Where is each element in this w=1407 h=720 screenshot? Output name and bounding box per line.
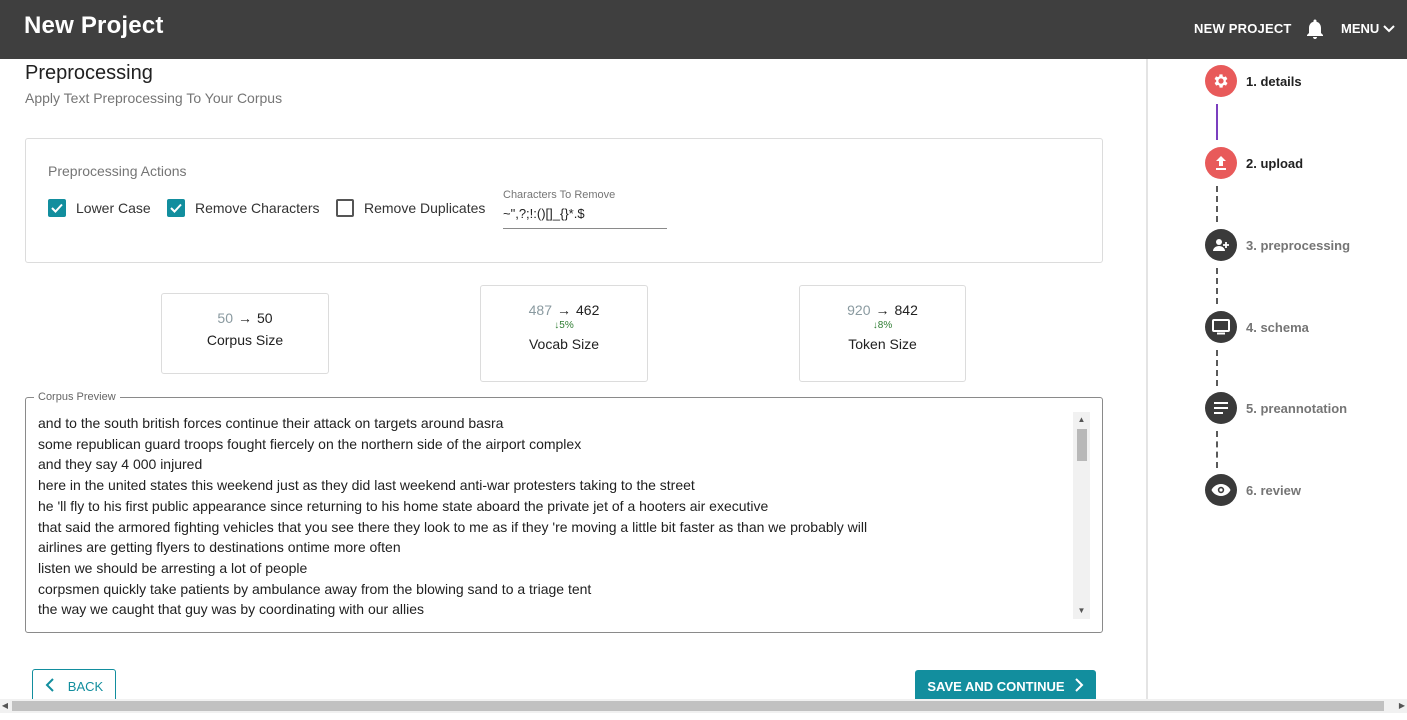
token-size-before: 920	[847, 302, 871, 318]
remove-duplicates-checkbox[interactable]: Remove Duplicates	[336, 199, 485, 217]
step-label: 6. review	[1246, 482, 1301, 498]
vocab-size-values: 487 → 462	[481, 302, 647, 318]
token-size-values: 920 → 842	[800, 302, 965, 318]
characters-to-remove-label: Characters To Remove	[503, 189, 616, 201]
preprocessing-actions-card: Preprocessing Actions Lower Case Remove …	[25, 138, 1103, 263]
step-label: 5. preannotation	[1246, 400, 1348, 416]
lower-case-label: Lower Case	[76, 200, 151, 216]
scroll-left-icon[interactable]: ◀	[0, 699, 10, 713]
step-upload[interactable]: 2. upload	[1205, 147, 1303, 179]
panel-divider	[1146, 59, 1148, 699]
step-schema[interactable]: 4. schema	[1205, 311, 1309, 343]
step-connector	[1216, 104, 1218, 140]
menu-dropdown[interactable]: MENU	[1341, 21, 1395, 36]
menu-label: MENU	[1341, 21, 1380, 36]
new-project-button[interactable]: NEW PROJECT	[1194, 21, 1292, 36]
group-add-icon	[1205, 229, 1237, 261]
notes-icon	[1205, 392, 1237, 424]
save-label: SAVE AND CONTINUE	[927, 678, 1065, 694]
step-preannotation[interactable]: 5. preannotation	[1205, 392, 1347, 424]
corpus-preview-text[interactable]: and to the south british forces continue…	[38, 413, 1068, 623]
corpus-line: he 'll fly to his first public appearanc…	[38, 497, 769, 514]
step-label: 4. schema	[1246, 319, 1309, 335]
back-button[interactable]: BACK	[32, 669, 116, 703]
step-label: 2. upload	[1246, 155, 1304, 171]
vocab-size-before: 487	[528, 302, 552, 318]
step-label: 3. preprocessing	[1246, 237, 1351, 253]
page-subtitle: Apply Text Preprocessing To Your Corpus	[25, 90, 283, 106]
vocab-size-delta: ↓5%	[554, 320, 574, 331]
scroll-down-icon[interactable]: ▼	[1073, 603, 1090, 619]
arrow-right-icon: →	[557, 302, 571, 318]
step-preprocessing[interactable]: 3. preprocessing	[1205, 229, 1350, 261]
app-bar: New Project NEW PROJECT MENU	[0, 0, 1407, 59]
checkbox-checked-icon	[167, 199, 185, 217]
checkbox-unchecked-icon	[336, 199, 354, 217]
upload-icon	[1205, 147, 1237, 179]
step-label: 1. details	[1246, 73, 1302, 89]
remove-characters-label: Remove Characters	[195, 200, 320, 216]
checkbox-checked-icon	[48, 199, 66, 217]
scroll-right-icon[interactable]: ▶	[1397, 699, 1407, 713]
characters-to-remove-input[interactable]: ~",?;!:()[]_{}*.$	[503, 206, 667, 221]
token-size-delta: ↓8%	[872, 320, 893, 331]
corpus-line: listen we should be arresting a lot of p…	[38, 559, 308, 576]
scrollbar-thumb[interactable]	[12, 701, 1384, 711]
notifications-bell-icon[interactable]	[1306, 19, 1324, 39]
remove-duplicates-label: Remove Duplicates	[364, 200, 486, 216]
back-label: BACK	[67, 678, 104, 694]
chevron-right-icon	[1074, 677, 1084, 695]
save-and-continue-button[interactable]: SAVE AND CONTINUE	[915, 670, 1096, 702]
corpus-line: and to the south british forces continue…	[38, 415, 504, 431]
scrollbar-thumb[interactable]	[1077, 429, 1087, 461]
remove-characters-checkbox[interactable]: Remove Characters	[167, 199, 320, 217]
vocab-size-after: 462	[576, 302, 600, 318]
corpus-size-label: Corpus Size	[206, 332, 284, 348]
corpus-size-before: 50	[217, 310, 233, 326]
corpus-line: and they say 4 000 injured	[38, 456, 203, 473]
corpus-size-card: 50 → 50 Corpus Size	[161, 293, 329, 374]
token-size-after: 842	[894, 302, 918, 318]
corpus-line: here in the united states this weekend j…	[38, 477, 695, 494]
gear-icon	[1205, 65, 1237, 97]
corpus-line: some republican guard troops fought fier…	[38, 435, 582, 452]
lower-case-checkbox[interactable]: Lower Case	[48, 199, 151, 217]
eye-icon	[1205, 474, 1237, 506]
corpus-line: that said the armored fighting vehicles …	[38, 518, 868, 535]
step-connector	[1216, 268, 1218, 304]
vocab-size-label: Vocab Size	[528, 336, 600, 352]
app-title: New Project	[24, 12, 164, 39]
corpus-preview-label: Corpus Preview	[34, 391, 120, 403]
page-title: Preprocessing	[25, 62, 153, 84]
arrow-right-icon: →	[875, 302, 890, 318]
step-review[interactable]: 6. review	[1205, 474, 1301, 506]
corpus-preview[interactable]: Corpus Preview and to the south british …	[25, 391, 1103, 633]
vocab-size-card: 487 → 462 ↓5% Vocab Size	[480, 285, 648, 382]
characters-to-remove-field[interactable]: Characters To Remove ~",?;!:()[]_{}*.$	[503, 189, 667, 229]
corpus-line: corpsmen quickly take patients by ambula…	[38, 580, 592, 597]
corpus-line: the way we caught that guy was by coordi…	[38, 601, 424, 618]
scroll-up-icon[interactable]: ▲	[1073, 412, 1090, 428]
chevron-down-icon	[1383, 21, 1395, 36]
arrow-right-icon: →	[238, 310, 252, 326]
actions-label: Preprocessing Actions	[48, 163, 187, 179]
page-horizontal-scrollbar[interactable]: ◀ ▶	[0, 699, 1407, 713]
step-connector	[1216, 350, 1218, 386]
step-connector	[1216, 186, 1218, 222]
monitor-icon	[1205, 311, 1237, 343]
step-details[interactable]: 1. details	[1205, 65, 1302, 97]
step-connector	[1216, 431, 1218, 468]
token-size-card: 920 → 842 ↓8% Token Size	[799, 285, 966, 382]
corpus-size-values: 50 → 50	[162, 310, 328, 326]
chevron-left-icon	[45, 677, 54, 695]
token-size-label: Token Size	[848, 336, 917, 352]
corpus-line: airlines are getting flyers to destinati…	[38, 539, 401, 556]
preview-scrollbar[interactable]: ▲ ▼	[1073, 412, 1090, 619]
corpus-size-after: 50	[257, 310, 273, 326]
